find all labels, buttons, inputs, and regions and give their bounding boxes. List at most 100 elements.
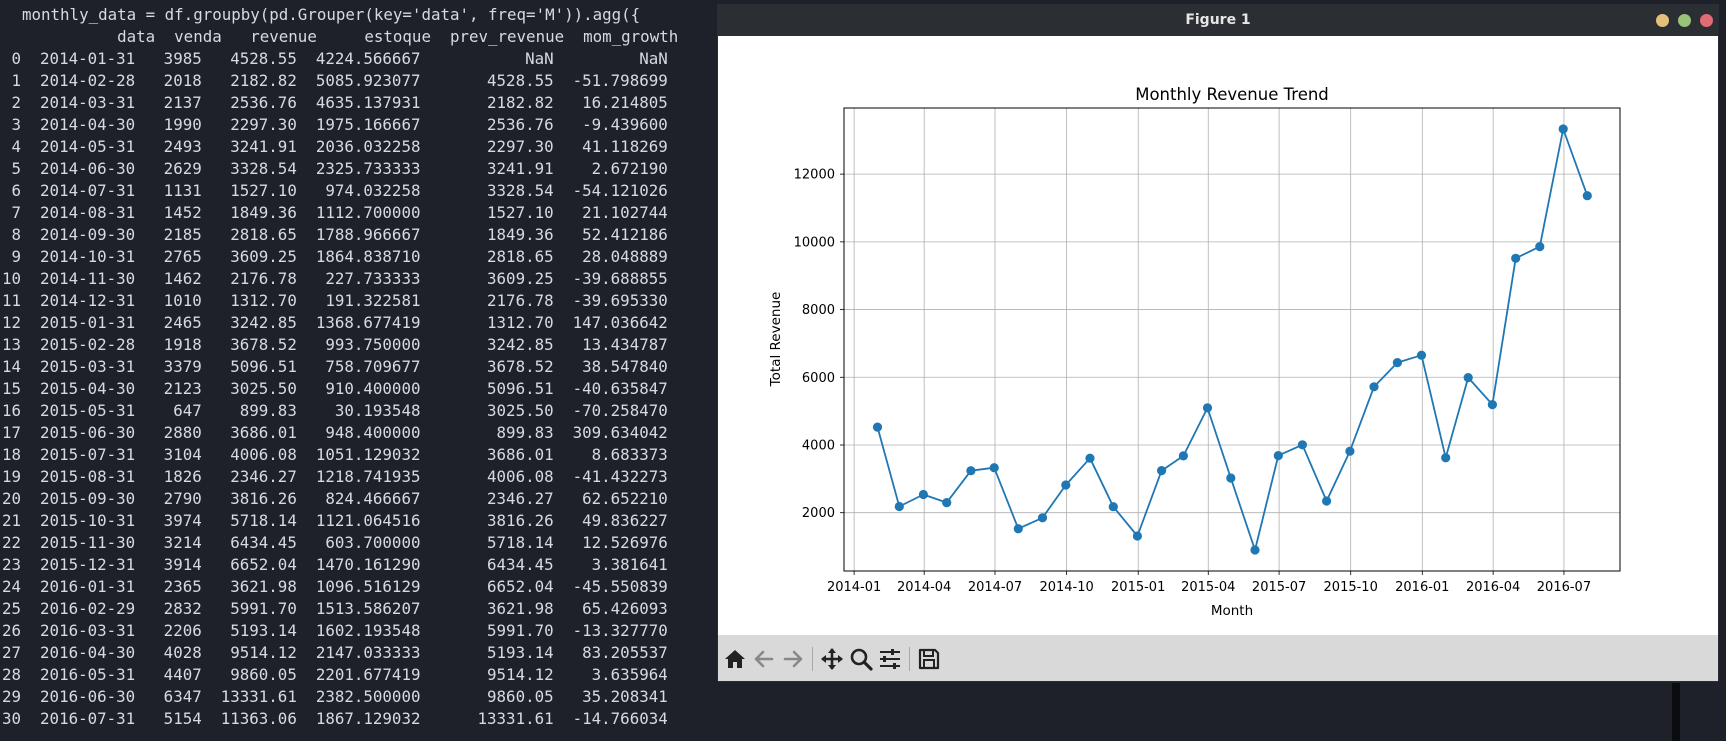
x-tick-label: 2016-04 xyxy=(1466,580,1520,595)
dataframe-row: 2 2014-03-31 2137 2536.76 4635.137931 21… xyxy=(2,93,668,112)
data-point xyxy=(894,501,904,512)
save-icon[interactable] xyxy=(916,646,942,672)
dataframe-row: 22 2015-11-30 3214 6434.45 603.700000 57… xyxy=(2,533,668,552)
x-tick-label: 2016-07 xyxy=(1537,580,1591,595)
dataframe-row: 24 2016-01-31 2365 3621.98 1096.516129 6… xyxy=(2,577,668,596)
y-tick-label: 6000 xyxy=(802,371,835,386)
data-point xyxy=(1487,400,1497,410)
data-point xyxy=(1322,496,1332,506)
dataframe-row: 20 2015-09-30 2790 3816.26 824.466667 23… xyxy=(2,489,668,508)
data-point xyxy=(1061,480,1071,490)
dataframe-row: 6 2014-07-31 1131 1527.10 974.032258 332… xyxy=(2,181,668,200)
dataframe-row: 26 2016-03-31 2206 5193.14 1602.193548 5… xyxy=(2,621,668,640)
forward-icon[interactable] xyxy=(780,646,806,672)
dataframe-row: 29 2016-06-30 6347 13331.61 2382.500000 … xyxy=(2,687,668,706)
data-point xyxy=(1558,124,1568,134)
x-tick-label: 2014-10 xyxy=(1039,580,1093,595)
data-point xyxy=(1511,253,1521,263)
revenue-line-chart: 2014-01 2014-04 2014-07 2014-10 2015-01 2015-… xyxy=(768,85,1621,619)
y-tick-label: 8000 xyxy=(802,303,835,318)
dataframe-row: 21 2015-10-31 3974 5718.14 1121.064516 3… xyxy=(2,511,668,530)
data-point xyxy=(1582,191,1592,201)
y-tick-label: 2000 xyxy=(802,506,835,521)
x-tick-label: 2014-04 xyxy=(897,580,951,595)
data-point xyxy=(1535,242,1545,252)
x-tick-label: 2016-01 xyxy=(1395,580,1449,595)
dataframe-row: 8 2014-09-30 2185 2818.65 1788.966667 18… xyxy=(2,225,668,244)
figure-toolbar xyxy=(718,635,1718,681)
home-icon[interactable] xyxy=(722,646,748,672)
data-point xyxy=(1273,451,1283,461)
data-point xyxy=(1037,513,1048,523)
dataframe-row: 13 2015-02-28 1918 3678.52 993.750000 32… xyxy=(2,335,668,354)
dataframe-row: 12 2015-01-31 2465 3242.85 1368.677419 1… xyxy=(2,313,668,332)
y-axis-label: Total Revenue xyxy=(768,292,784,388)
dataframe-row: 0 2014-01-31 3985 4528.55 4224.566667 Na… xyxy=(2,49,668,68)
dataframe-row: 28 2016-05-31 4407 9860.05 2201.677419 9… xyxy=(2,665,668,684)
data-point xyxy=(1297,440,1307,450)
data-point xyxy=(1392,358,1402,368)
data-point xyxy=(1463,373,1473,383)
terminal-scrollbar[interactable] xyxy=(1672,683,1680,741)
data-point xyxy=(1416,350,1427,360)
back-icon[interactable] xyxy=(751,646,777,672)
dataframe-row: 30 2016-07-31 5154 11363.06 1867.129032 … xyxy=(2,709,668,728)
dataframe-row: 4 2014-05-31 2493 3241.91 2036.032258 22… xyxy=(2,137,668,156)
data-point xyxy=(1157,466,1167,476)
dataframe-row: 3 2014-04-30 1990 2297.30 1975.166667 25… xyxy=(2,115,668,134)
dataframe-row: 17 2015-06-30 2880 3686.01 948.400000 89… xyxy=(2,423,668,442)
dataframe-row: 18 2015-07-31 3104 4006.08 1051.129032 3… xyxy=(2,445,668,464)
x-axis-label: Month xyxy=(1211,603,1253,619)
dataframe-row: 7 2014-08-31 1452 1849.36 1112.700000 15… xyxy=(2,203,668,222)
x-tick-label: 2014-07 xyxy=(968,580,1022,595)
dataframe-row: 15 2015-04-30 2123 3025.50 910.400000 50… xyxy=(2,379,668,398)
dataframe-row: 5 2014-06-30 2629 3328.54 2325.733333 32… xyxy=(2,159,668,178)
dataframe-row: 23 2015-12-31 3914 6652.04 1470.161290 6… xyxy=(2,555,668,574)
data-point xyxy=(1345,446,1355,456)
data-point xyxy=(1108,502,1118,512)
dataframe-header: data venda revenue estoque prev_revenue … xyxy=(22,27,679,46)
x-tick-label: 2015-01 xyxy=(1111,580,1165,595)
terminal-command-line: monthly_data = df.groupby(pd.Grouper(key… xyxy=(22,5,641,24)
close-button[interactable] xyxy=(1700,14,1713,27)
maximize-button[interactable] xyxy=(1678,14,1691,27)
configure-subplots-icon[interactable] xyxy=(877,646,903,672)
data-point xyxy=(942,498,952,508)
data-point xyxy=(1178,451,1188,461)
window-title: Figure 1 xyxy=(1185,12,1251,28)
data-point xyxy=(1369,382,1379,392)
figure-window: Figure 1 2014-01 2014-04 2014-07 2014-10 201… xyxy=(718,5,1718,681)
data-point xyxy=(1202,403,1213,413)
data-point xyxy=(966,466,976,476)
dataframe-row: 27 2016-04-30 4028 9514.12 2147.033333 5… xyxy=(2,643,668,662)
zoom-icon[interactable] xyxy=(848,646,874,672)
x-tick-label: 2014-01 xyxy=(827,580,881,595)
data-point xyxy=(1013,524,1023,534)
data-point xyxy=(1226,473,1236,483)
data-point xyxy=(1085,453,1095,463)
dataframe-row: 1 2014-02-28 2018 2182.82 5085.923077 45… xyxy=(2,71,668,90)
pan-icon[interactable] xyxy=(819,646,845,672)
x-tick-label: 2015-07 xyxy=(1252,580,1306,595)
minimize-button[interactable] xyxy=(1656,14,1669,27)
x-tick-label: 2015-10 xyxy=(1324,580,1378,595)
data-point xyxy=(872,422,883,432)
dataframe-row: 25 2016-02-29 2832 5991.70 1513.586207 3… xyxy=(2,599,668,618)
toolbar-separator xyxy=(909,647,910,671)
toolbar-separator xyxy=(812,647,813,671)
window-titlebar[interactable]: Figure 1 xyxy=(718,5,1718,36)
dataframe-row: 9 2014-10-31 2765 3609.25 1864.838710 28… xyxy=(2,247,668,266)
y-tick-label: 12000 xyxy=(794,168,835,183)
y-tick-label: 4000 xyxy=(802,438,835,453)
data-point xyxy=(1441,453,1451,463)
dataframe-row: 19 2015-08-31 1826 2346.27 1218.741935 4… xyxy=(2,467,668,486)
plot-canvas[interactable]: 2014-01 2014-04 2014-07 2014-10 2015-01 2015-… xyxy=(718,36,1718,635)
data-point xyxy=(1132,531,1142,541)
data-point xyxy=(1250,545,1260,555)
revenue-series-line xyxy=(876,128,1589,551)
data-point xyxy=(918,489,928,500)
x-tick-label: 2015-04 xyxy=(1181,580,1235,595)
dataframe-row: 10 2014-11-30 1462 2176.78 227.733333 36… xyxy=(2,269,668,288)
dataframe-row: 11 2014-12-31 1010 1312.70 191.322581 21… xyxy=(2,291,668,310)
dataframe-row: 14 2015-03-31 3379 5096.51 758.709677 36… xyxy=(2,357,668,376)
